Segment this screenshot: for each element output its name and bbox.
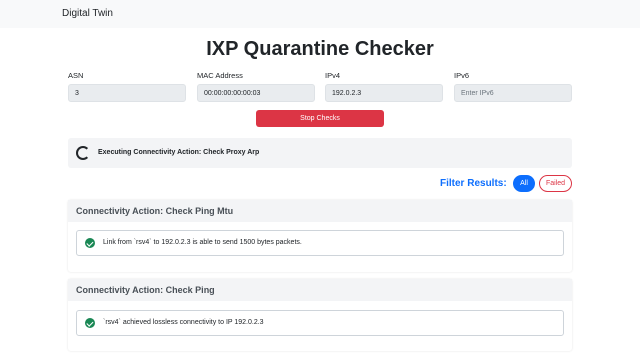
navbar: Digital Twin [0, 0, 640, 28]
page-title: IXP Quarantine Checker [206, 38, 434, 60]
card-title: Connectivity Action: Check Ping [76, 285, 215, 295]
result-card-check-ping-mtu: Connectivity Action: Check Ping Mtu Link… [68, 200, 572, 272]
mac-address-input[interactable] [197, 84, 315, 102]
result-item: Link from `rsv4` to 192.0.2.3 is able to… [76, 230, 564, 256]
ipv6-label: IPv6 [454, 71, 470, 80]
filter-all-button[interactable]: All [513, 175, 535, 192]
ipv4-label: IPv4 [325, 71, 341, 80]
filter-failed-button[interactable]: Failed [539, 175, 572, 192]
result-message: Link from `rsv4` to 192.0.2.3 is able to… [103, 239, 302, 246]
result-message: `rsv4` achieved lossless connectivity to… [103, 319, 264, 326]
result-item: `rsv4` achieved lossless connectivity to… [76, 310, 564, 336]
asn-label: ASN [68, 71, 84, 80]
result-card-check-ping: Connectivity Action: Check Ping `rsv4` a… [68, 279, 572, 351]
card-title: Connectivity Action: Check Ping Mtu [76, 206, 234, 216]
status-text: Executing Connectivity Action: Check Pro… [98, 149, 260, 156]
navbar-brand[interactable]: Digital Twin [62, 8, 113, 19]
card-header: Connectivity Action: Check Ping [68, 279, 572, 301]
ipv4-input[interactable] [325, 84, 443, 102]
loading-spinner-icon [76, 146, 90, 160]
mac-address-label: MAC Address [197, 71, 243, 80]
check-circle-icon [85, 238, 95, 248]
card-header: Connectivity Action: Check Ping Mtu [68, 200, 572, 222]
stop-checks-button[interactable]: Stop Checks [256, 110, 384, 127]
ipv6-input[interactable] [454, 84, 572, 102]
status-box: Executing Connectivity Action: Check Pro… [68, 138, 572, 168]
asn-input[interactable] [68, 84, 186, 102]
filter-results-label: Filter Results: [440, 178, 507, 189]
check-circle-icon [85, 318, 95, 328]
